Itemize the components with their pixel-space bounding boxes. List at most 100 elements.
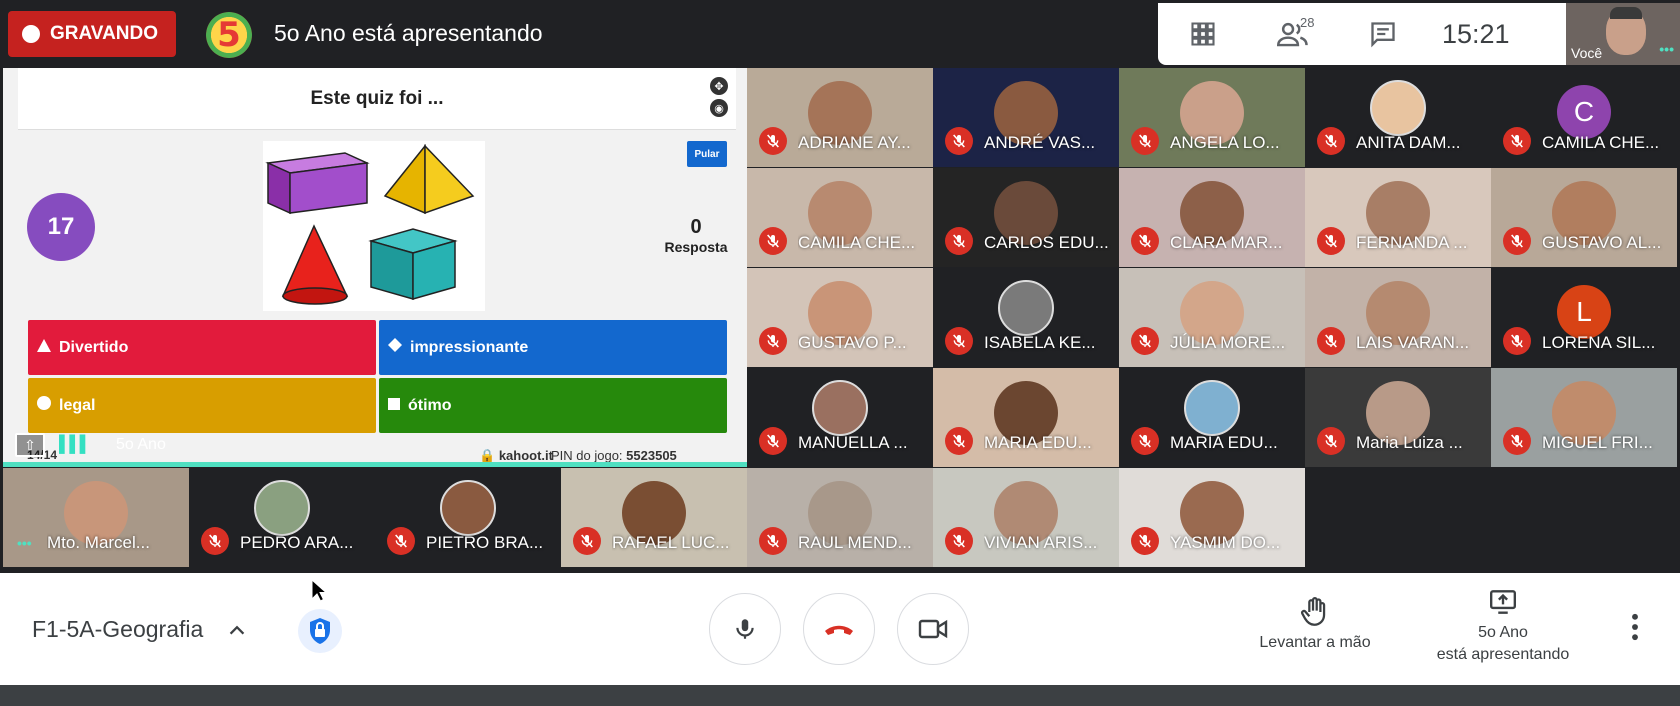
participant-avatar	[1370, 79, 1426, 136]
grid-icon	[1191, 22, 1215, 46]
answer-label: ótimo	[408, 396, 452, 414]
participant-name: MARIA EDU...	[984, 433, 1092, 452]
participant-name: RAFAEL LUC...	[612, 533, 730, 552]
fullscreen-icon[interactable]: ✥	[710, 77, 728, 95]
bottom-controls: F1-5A-Geografia Levantar a mão 5o Ano es…	[0, 573, 1680, 685]
presentation-owner: ⇧ ▌▌▌ 5o Ano	[15, 431, 166, 459]
answer-label: impressionante	[410, 338, 529, 356]
mic-off-icon	[1503, 227, 1531, 255]
presenter-title: 5o Ano está apresentando	[274, 20, 543, 46]
game-pin: PIN do jogo: 5523505	[551, 448, 677, 463]
participant-tile[interactable]: MIGUEL FRI...	[1491, 368, 1677, 467]
answer-label: legal	[59, 396, 96, 414]
presenting-line-2: está apresentando	[1436, 646, 1570, 663]
chat-button[interactable]	[1338, 3, 1428, 65]
participant-tile[interactable]: RAUL MEND...	[747, 468, 933, 567]
answer-option-4[interactable]: ótimo	[379, 378, 727, 433]
recording-badge[interactable]: GRAVANDO	[8, 11, 176, 57]
volume-icon[interactable]: ◉	[710, 99, 728, 117]
participant-tile[interactable]: GUSTAVO P...	[747, 268, 933, 367]
participant-tile[interactable]: MARIA EDU...	[1119, 368, 1305, 467]
participant-tile[interactable]: PIETRO BRA...	[375, 468, 561, 567]
answer-label: Divertido	[59, 338, 129, 356]
mic-off-icon	[759, 527, 787, 555]
participant-tile[interactable]: LAIS VARAN...	[1305, 268, 1491, 367]
mic-off-icon	[201, 527, 229, 555]
participant-name: ANITA DAM...	[1356, 133, 1461, 152]
participant-name: LAIS VARAN...	[1356, 333, 1470, 352]
participant-name: Maria Luiza ...	[1356, 433, 1463, 452]
participant-tile[interactable]: GUSTAVO AL...	[1491, 168, 1677, 267]
participant-tile[interactable]: PEDRO ARA...	[189, 468, 375, 567]
layout-grid-button[interactable]	[1158, 3, 1248, 65]
answer-option-2[interactable]: impressionante	[379, 320, 727, 375]
participant-tile[interactable]: ANDRÉ VAS...	[933, 68, 1119, 167]
participant-name: MIGUEL FRI...	[1542, 433, 1653, 452]
square-icon	[388, 397, 400, 415]
participant-initial-avatar: L	[1557, 284, 1611, 339]
participant-tile[interactable]: FERNANDA ...	[1305, 168, 1491, 267]
taskbar-strip	[0, 685, 1680, 706]
participant-tile[interactable]: CLARA MAR...	[1119, 168, 1305, 267]
mic-off-icon	[945, 427, 973, 455]
mic-off-icon	[1503, 127, 1531, 155]
participant-tile[interactable]: ANGELA LO...	[1119, 68, 1305, 167]
more-options-icon[interactable]	[1630, 613, 1640, 646]
chevron-up-icon[interactable]	[226, 619, 248, 646]
host-controls-lock-button[interactable]	[298, 609, 342, 653]
participant-name: PIETRO BRA...	[426, 533, 544, 552]
participant-name: LORENA SIL...	[1542, 333, 1656, 352]
participant-tile[interactable]: JÚLIA MORE...	[1119, 268, 1305, 367]
skip-button[interactable]: Pular	[687, 141, 727, 167]
self-video-tile[interactable]: Você •••	[1566, 3, 1680, 65]
speaking-dots-icon: •••	[17, 535, 32, 551]
mic-off-icon	[759, 427, 787, 455]
meeting-name[interactable]: F1-5A-Geografia	[32, 616, 203, 643]
participant-name: ADRIANE AY...	[798, 133, 911, 152]
participant-avatar	[998, 279, 1054, 336]
participant-name: CAMILA CHE...	[1542, 133, 1660, 152]
participant-tile[interactable]: Maria Luiza ...	[1305, 368, 1491, 467]
participant-tile[interactable]: ADRIANE AY...	[747, 68, 933, 167]
mic-off-icon	[1131, 327, 1159, 355]
presentation-area[interactable]: Este quiz foi ... ✥ ◉ 17 Pular 0 Respost…	[3, 68, 747, 467]
participant-tile[interactable]: ••• Mto. Marcel...	[3, 468, 189, 567]
recording-label: GRAVANDO	[50, 23, 159, 44]
participant-tile[interactable]: ANITA DAM...	[1305, 68, 1491, 167]
quiz-timer: 17	[27, 193, 95, 261]
mic-off-icon	[759, 327, 787, 355]
participant-initial-avatar: C	[1557, 84, 1611, 139]
raise-hand-button[interactable]: Levantar a mão	[1250, 595, 1380, 652]
answer-option-3[interactable]: legal	[28, 378, 376, 433]
participant-name: PEDRO ARA...	[240, 533, 354, 552]
mic-off-icon	[1503, 327, 1531, 355]
participant-tile[interactable]: C CAMILA CHE...	[1491, 68, 1677, 167]
people-button[interactable]: 28	[1248, 3, 1338, 65]
participant-tile[interactable]: L LORENA SIL...	[1491, 268, 1677, 367]
answer-option-1[interactable]: Divertido	[28, 320, 376, 375]
presenting-button[interactable]: 5o Ano está apresentando	[1420, 589, 1586, 666]
mic-off-icon	[945, 227, 973, 255]
microphone-button[interactable]	[709, 593, 781, 665]
participant-name: ANDRÉ VAS...	[984, 133, 1096, 152]
participant-name: ANGELA LO...	[1170, 133, 1280, 152]
participant-tile[interactable]: ISABELA KE...	[933, 268, 1119, 367]
presentation-owner-name: 5o Ano	[116, 436, 166, 453]
participant-tile[interactable]: VIVIAN ARIS...	[933, 468, 1119, 567]
question-text: Este quiz foi ...	[310, 87, 444, 109]
participant-tile[interactable]: MARIA EDU...	[933, 368, 1119, 467]
hang-up-button[interactable]	[803, 593, 875, 665]
participant-tile[interactable]: CAMILA CHE...	[747, 168, 933, 267]
participant-tile[interactable]: YASMIM DO...	[1119, 468, 1305, 567]
mic-off-icon	[573, 527, 601, 555]
circle-icon	[37, 396, 51, 415]
participant-name: MANUELLA ...	[798, 433, 908, 452]
self-label: Você	[1571, 45, 1603, 61]
participant-tile[interactable]: CARLOS EDU...	[933, 168, 1119, 267]
participant-tile[interactable]: RAFAEL LUC...	[561, 468, 747, 567]
mic-off-icon	[1317, 227, 1345, 255]
mic-off-icon	[1131, 127, 1159, 155]
camera-button[interactable]	[897, 593, 969, 665]
audio-level-icon: ▌▌▌	[59, 436, 91, 453]
participant-tile[interactable]: MANUELLA ...	[747, 368, 933, 467]
